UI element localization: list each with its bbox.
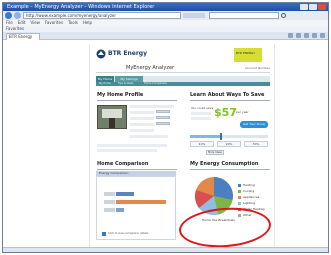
profile-note bbox=[97, 144, 167, 147]
scale-cell: 10% bbox=[190, 141, 214, 147]
legend-label: Cooling bbox=[243, 189, 255, 193]
comparison-checkbox[interactable] bbox=[102, 232, 106, 236]
maximize-button[interactable] bbox=[309, 4, 317, 10]
comparison-title: Home Comparison bbox=[97, 161, 149, 167]
print-icon[interactable] bbox=[304, 33, 309, 38]
profile-row bbox=[130, 117, 154, 120]
tab-bar: BTR Energy bbox=[3, 32, 328, 40]
savings-divider bbox=[190, 100, 270, 101]
profile-divider bbox=[97, 100, 177, 101]
tools-menu-icon[interactable] bbox=[320, 33, 325, 38]
subnav-tips[interactable]: Tips & Ideas bbox=[118, 82, 133, 86]
profile-title: My Home Profile bbox=[97, 92, 144, 98]
legend-swatch bbox=[238, 184, 241, 187]
savings-slider-fill bbox=[190, 135, 222, 138]
get-score-button[interactable]: Get Your Score bbox=[240, 121, 268, 128]
legend-label: Lighting bbox=[243, 201, 256, 205]
profile-row bbox=[130, 129, 154, 132]
screenshot-canvas: Example – MyEnergy Analyzer – Windows In… bbox=[0, 0, 331, 255]
close-button[interactable] bbox=[318, 4, 326, 10]
window-title: Example – MyEnergy Analyzer – Windows In… bbox=[7, 4, 155, 10]
savings-slider-thumb[interactable] bbox=[220, 133, 222, 140]
profile-field[interactable] bbox=[156, 110, 170, 113]
comparison-bar-label bbox=[104, 208, 115, 212]
consumption-title: My Energy Consumption bbox=[190, 161, 259, 167]
savings-title: Learn About Ways To Save bbox=[190, 92, 265, 98]
page-menu-icon[interactable] bbox=[312, 33, 317, 38]
window-titlebar: Example – MyEnergy Analyzer – Windows In… bbox=[3, 3, 328, 11]
comparison-note: Click to view comparison details bbox=[108, 232, 149, 235]
app-title: MyEnergy Analyzer bbox=[126, 65, 175, 71]
legend-item: Cooling bbox=[238, 189, 274, 194]
refresh-stop-icons[interactable] bbox=[183, 13, 205, 18]
minimize-button[interactable] bbox=[300, 4, 308, 10]
legend-label: Appliances bbox=[243, 195, 260, 199]
legend-label: Heating bbox=[243, 183, 255, 187]
window-controls bbox=[300, 4, 326, 10]
profile-row bbox=[130, 123, 154, 126]
sponsor-logo: BTR ENERGY bbox=[234, 48, 262, 62]
profile-field[interactable] bbox=[156, 122, 170, 125]
savings-text-line bbox=[191, 112, 211, 115]
comparison-bar bbox=[116, 208, 124, 212]
status-bar bbox=[3, 247, 328, 252]
scale-cell: 20% bbox=[217, 141, 241, 147]
url-field[interactable]: http://www.example.com/myenergy/analyzer bbox=[23, 12, 181, 19]
more-ideas-button[interactable]: More Ideas bbox=[206, 150, 224, 155]
site-subnav: My Home Tips & Ideas Home Comparison bbox=[96, 82, 270, 86]
feeds-icon[interactable] bbox=[296, 33, 301, 38]
savings-lead: You could save bbox=[191, 106, 214, 110]
site-nav: My Home My Savings My Home Tips & Ideas … bbox=[96, 76, 270, 86]
subnav-comparison[interactable]: Home Comparison bbox=[144, 82, 167, 86]
profile-row bbox=[130, 111, 154, 114]
pie-slice bbox=[214, 177, 233, 200]
consumption-divider bbox=[190, 169, 270, 170]
app-header: MyEnergy Analyzer Account Number bbox=[96, 64, 270, 73]
browser-tab[interactable]: BTR Energy bbox=[6, 33, 40, 40]
profile-row bbox=[130, 135, 168, 138]
savings-amount: $57 bbox=[214, 106, 237, 119]
legend-item: Lighting bbox=[238, 201, 274, 206]
savings-text-line bbox=[191, 117, 211, 120]
search-input[interactable] bbox=[209, 12, 279, 19]
forward-button[interactable] bbox=[14, 12, 21, 19]
brand-name: BTR Energy bbox=[108, 50, 147, 57]
subnav-my-home[interactable]: My Home bbox=[99, 82, 111, 86]
legend-swatch bbox=[238, 190, 241, 193]
address-bar: http://www.example.com/myenergy/analyzer bbox=[3, 11, 328, 20]
comparison-divider bbox=[97, 169, 177, 170]
profile-note bbox=[97, 149, 157, 152]
back-button[interactable] bbox=[5, 12, 12, 19]
home-photo bbox=[97, 105, 127, 129]
legend-swatch bbox=[238, 202, 241, 205]
home-photo-roof bbox=[102, 109, 122, 118]
page-viewport: BTR Energy BTR ENERGY MyEnergy Analyzer … bbox=[3, 40, 328, 252]
account-label: Account Number bbox=[244, 66, 270, 70]
legend-item: Appliances bbox=[238, 195, 274, 200]
home-photo-door bbox=[109, 118, 115, 128]
profile-row bbox=[130, 105, 174, 108]
comparison-bar bbox=[116, 200, 166, 204]
profile-field[interactable] bbox=[156, 116, 170, 119]
scale-cell: 30% bbox=[244, 141, 268, 147]
legend-item: Heating bbox=[238, 183, 274, 188]
url-text: http://www.example.com/myenergy/analyzer bbox=[26, 13, 117, 18]
legend-swatch bbox=[238, 196, 241, 199]
savings-unit: per year bbox=[236, 110, 249, 114]
search-icon[interactable] bbox=[281, 13, 286, 18]
browser-window: Example – MyEnergy Analyzer – Windows In… bbox=[2, 2, 329, 253]
comparison-bar bbox=[116, 192, 134, 196]
brand-logo-icon bbox=[96, 49, 106, 59]
sponsor-text: BTR ENERGY bbox=[236, 51, 256, 55]
command-bar bbox=[288, 33, 325, 39]
home-icon[interactable] bbox=[288, 33, 293, 38]
savings-slider[interactable] bbox=[190, 133, 268, 140]
comparison-bar-label bbox=[104, 200, 115, 204]
comparison-bar-label bbox=[104, 192, 115, 196]
